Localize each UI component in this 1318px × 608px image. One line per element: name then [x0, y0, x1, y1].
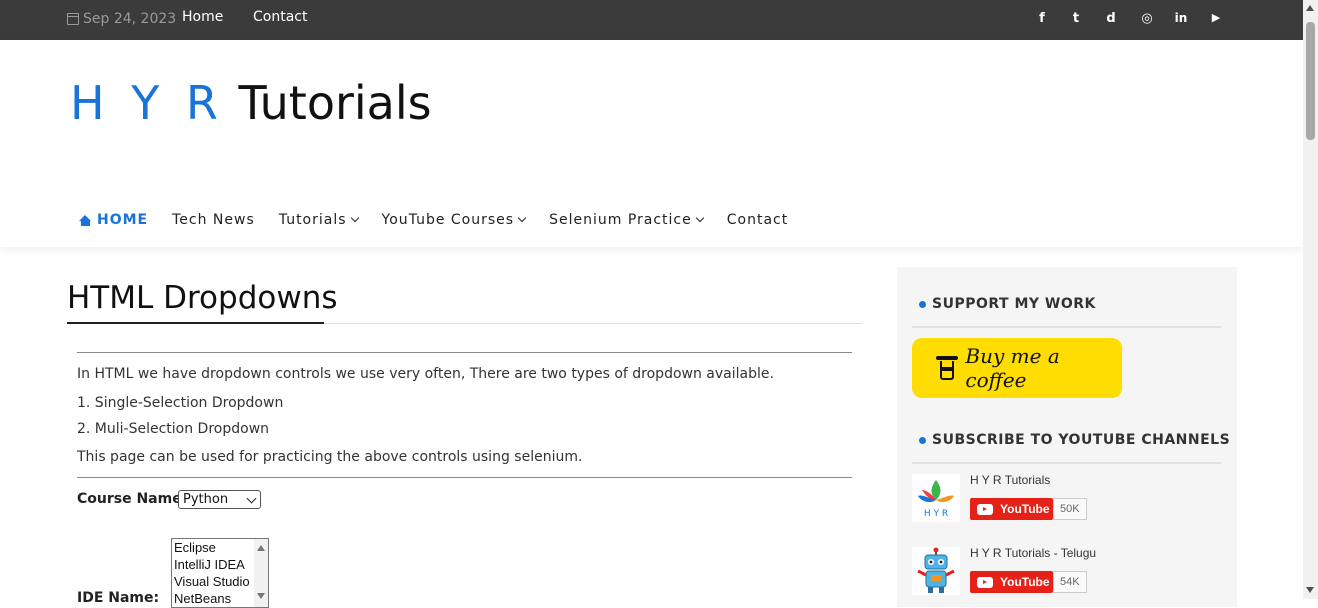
nav-tutorials[interactable]: Tutorials: [278, 212, 359, 228]
logo-hyr: H Y R: [70, 76, 224, 130]
nav-tech-news-label: Tech News: [172, 212, 255, 228]
nav-home-label: HOME: [97, 212, 149, 228]
youtube-button-label: YouTube: [1000, 502, 1050, 516]
scrollbar-thumb[interactable]: [1306, 22, 1315, 140]
top-link-contact[interactable]: Contact: [253, 9, 307, 25]
youtube-icon: [977, 503, 993, 515]
discord-icon[interactable]: d: [1103, 11, 1119, 26]
title-underline: [67, 322, 324, 324]
subscriber-count: 50K: [1053, 498, 1087, 520]
youtube-icon: [977, 576, 993, 588]
scroll-down-icon[interactable]: [1306, 587, 1314, 593]
ide-label: IDE Name:: [77, 590, 160, 606]
youtube-icon[interactable]: ▶: [1208, 11, 1224, 24]
intro-text: In HTML we have dropdown controls we use…: [77, 366, 774, 382]
top-bar: Sep 24, 2023 Home Contact f t d ◎ in ▶: [0, 0, 1303, 40]
support-heading: SUPPORT MY WORK: [919, 296, 1096, 312]
bullet-icon: [919, 436, 926, 444]
site-logo[interactable]: H Y R Tutorials: [70, 76, 432, 130]
linkedin-icon[interactable]: in: [1173, 11, 1189, 25]
instagram-icon[interactable]: ◎: [1139, 11, 1155, 26]
page-title: HTML Dropdowns: [67, 280, 338, 316]
course-select[interactable]: Python: [178, 490, 261, 509]
course-select-value: Python: [183, 492, 229, 507]
nav-selenium-practice[interactable]: Selenium Practice: [549, 212, 704, 228]
logo-text: H Y R: [924, 509, 948, 519]
facebook-icon[interactable]: f: [1034, 11, 1050, 26]
chevron-down-icon: [350, 213, 359, 223]
sidebar-divider: [912, 326, 1222, 328]
nav-youtube-courses[interactable]: YouTube Courses: [381, 212, 527, 228]
sidebar-divider: [912, 462, 1222, 464]
nav-home[interactable]: HOME: [79, 212, 148, 228]
subscriber-count: 54K: [1053, 571, 1087, 593]
page-scrollbar[interactable]: [1303, 0, 1318, 599]
nav-contact-label: Contact: [726, 212, 789, 228]
top-link-home[interactable]: Home: [182, 9, 223, 25]
note-text: This page can be used for practicing the…: [77, 449, 583, 465]
youtube-button-label: YouTube: [1000, 575, 1050, 589]
date-display: Sep 24, 2023: [67, 11, 176, 27]
youtube-subscribe-button[interactable]: YouTube: [970, 571, 1053, 593]
channel-name[interactable]: H Y R Tutorials: [970, 473, 1050, 487]
scroll-down-icon[interactable]: [257, 593, 265, 599]
logo-tutorials: Tutorials: [223, 76, 432, 130]
hyr-channel-logo[interactable]: H Y R: [912, 474, 960, 522]
course-label: Course Name:: [77, 491, 188, 507]
bullet-icon: [919, 300, 926, 308]
subscribe-heading-text: SUBSCRIBE TO YOUTUBE CHANNELS: [932, 432, 1231, 448]
home-icon: [79, 214, 92, 226]
coffee-cup-icon: [936, 356, 958, 380]
list-item-multi: 2. Muli-Selection Dropdown: [77, 421, 270, 437]
ide-multiselect[interactable]: Eclipse IntelliJ IDEA Visual Studio NetB…: [171, 538, 269, 608]
channel-name[interactable]: H Y R Tutorials - Telugu: [970, 546, 1096, 560]
chevron-down-icon: [695, 213, 704, 223]
scroll-up-icon[interactable]: [257, 545, 265, 551]
divider: [77, 477, 852, 478]
nav-selenium-practice-label: Selenium Practice: [549, 212, 692, 228]
main-nav: HOME Tech News Tutorials YouTube Courses…: [79, 212, 812, 228]
nav-tutorials-label: Tutorials: [278, 212, 347, 228]
list-item-single: 1. Single-Selection Dropdown: [77, 395, 284, 411]
calendar-icon: [67, 13, 79, 25]
nav-tech-news[interactable]: Tech News: [172, 212, 255, 228]
subscribe-heading: SUBSCRIBE TO YOUTUBE CHANNELS: [919, 432, 1230, 448]
youtube-subscribe-button[interactable]: YouTube: [970, 498, 1053, 520]
buy-me-a-coffee-button[interactable]: Buy me a coffee: [912, 338, 1122, 398]
scroll-up-icon[interactable]: [1306, 5, 1314, 11]
site-header: H Y R Tutorials HOME Tech News Tutorials…: [0, 40, 1303, 247]
divider: [77, 352, 852, 353]
chevron-down-icon: [246, 493, 257, 504]
nav-contact[interactable]: Contact: [727, 212, 788, 228]
date-text: Sep 24, 2023: [83, 11, 177, 27]
nav-youtube-courses-label: YouTube Courses: [381, 212, 515, 228]
twitter-icon[interactable]: t: [1068, 11, 1084, 26]
coffee-label: Buy me a coffee: [965, 344, 1060, 392]
support-heading-text: SUPPORT MY WORK: [932, 296, 1096, 312]
robot-channel-logo[interactable]: [912, 547, 960, 595]
chevron-down-icon: [517, 213, 527, 223]
